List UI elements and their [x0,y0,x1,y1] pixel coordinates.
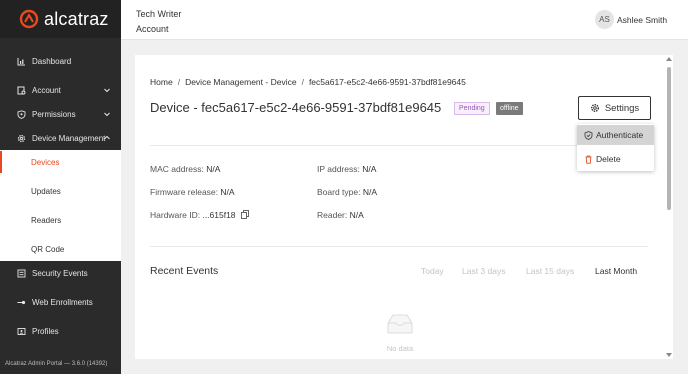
divider [150,246,648,247]
status-badge: Pending [454,102,490,115]
reader-label: Reader: [317,210,348,220]
ip-address-field: IP address: N/A [317,164,376,174]
device-management-submenu: Devices Updates Readers QR Code [0,150,121,261]
brand-name: alcatraz [44,8,109,29]
scroll-down-arrow-icon[interactable] [666,353,672,357]
avatar[interactable]: AS [595,10,614,29]
gear-icon [17,134,26,143]
breadcrumb-separator: / [177,77,181,87]
sidebar-subitem-qr-code[interactable]: QR Code [0,238,121,260]
settings-dropdown: Authenticate Delete [577,124,654,171]
shield-icon [17,109,26,119]
brand[interactable]: alcatraz [0,0,121,38]
sidebar-item-label: Dashboard [32,56,72,66]
board-type-field: Board type: N/A [317,187,377,197]
sidebar-subitem-readers[interactable]: Readers [0,209,121,231]
sidebar-item-label: Permissions [32,109,76,119]
sidebar-subitem-devices[interactable]: Devices [0,151,121,173]
breadcrumb-home[interactable]: Home [150,77,173,87]
scroll-thumb[interactable] [667,67,671,210]
mac-address-value: N/A [206,164,221,174]
sidebar-item-device-management[interactable]: Device Management [0,128,121,148]
sidebar-item-label: Profiles [32,326,59,336]
chevron-down-icon [104,88,110,93]
divider [150,145,648,146]
breadcrumb: Home / Device Management - Device / fec5a617… [150,77,466,87]
version-text: Alcatraz Admin Portal — 3.6.0 (14392) [5,361,108,367]
hardware-id-field: Hardware ID: ...615f18 [150,210,249,220]
account-label: Account [136,24,169,34]
key-icon [17,298,26,307]
mac-address-field: MAC address: N/A [150,164,220,174]
delete-menu-item[interactable]: Delete [577,149,654,169]
hardware-id-label: Hardware ID: [150,210,201,220]
empty-inbox-icon [387,314,413,334]
hardware-id-value: ...615f18 [202,210,236,220]
sidebar-subitem-updates[interactable]: Updates [0,180,121,202]
copy-icon[interactable] [240,210,249,219]
sidebar-item-label: Web Enrollments [32,297,93,307]
trash-icon [585,155,592,164]
reader-value: N/A [349,210,364,220]
sidebar-item-account[interactable]: Account [0,80,121,100]
shield-check-icon [584,130,593,140]
breadcrumb-separator: / [301,77,304,87]
sidebar-item-label: Security Events [32,268,88,278]
connection-badge: offline [496,102,523,115]
scrollbar[interactable] [665,55,673,359]
board-type-value: N/A [362,187,378,197]
gear-icon [590,104,599,112]
sidebar-item-security-events[interactable]: Security Events [0,263,121,283]
settings-button-label: Settings [604,102,640,114]
sidebar-item-label: Account [32,85,61,95]
reader-field: Reader: N/A [317,210,364,220]
top-header: Tech Writer Account AS Ashlee Smith [121,0,688,40]
firmware-release-label: Firmware release: [150,187,219,197]
range-last-month[interactable]: Last Month [595,266,637,276]
breadcrumb-current: fec5a617-e5c2-4e66-9591-37bdf81e9645 [308,77,466,87]
range-last-15-days[interactable]: Last 15 days [526,266,574,276]
firmware-release-value: N/A [220,187,235,197]
device-card: Home / Device Management - Device / fec5a617… [135,55,673,359]
scroll-up-arrow-icon[interactable] [666,57,672,61]
empty-state: No data [375,313,425,353]
sidebar-item-web-enrollments[interactable]: Web Enrollments [0,292,121,312]
sidebar-item-dashboard[interactable]: Dashboard [0,51,121,71]
mac-address-label: MAC address: [150,164,204,174]
sidebar-item-permissions[interactable]: Permissions [0,104,121,124]
range-today[interactable]: Today [421,266,444,276]
breadcrumb-device-management[interactable]: Device Management - Device [185,77,297,87]
sidebar-item-profiles[interactable]: Profiles [0,321,121,341]
account-icon [17,86,26,95]
sidebar-item-label: Device Management [32,133,106,143]
delete-label: Delete [596,154,621,164]
range-last-3-days[interactable]: Last 3 days [462,266,505,276]
firmware-release-field: Firmware release: N/A [150,187,235,197]
authenticate-menu-item[interactable]: Authenticate [577,125,654,145]
ip-address-label: IP address: [317,164,360,174]
chevron-down-icon [104,112,110,117]
account-name: Tech Writer [136,9,182,19]
empty-text: No data [386,344,414,353]
alcatraz-logo-icon [19,9,39,29]
authenticate-label: Authenticate [596,130,644,140]
board-type-label: Board type: [317,187,361,197]
chart-icon [17,57,26,66]
list-icon [17,269,26,278]
sidebar: alcatraz Dashboard Account Permissions D… [0,0,121,374]
ip-address-value: N/A [362,164,377,174]
user-name[interactable]: Ashlee Smith [617,15,667,25]
profile-icon [17,327,26,336]
chevron-up-icon [104,135,110,140]
recent-events-title: Recent Events [150,265,219,277]
page-title: Device - fec5a617-e5c2-4e66-9591-37bdf81… [150,100,442,115]
settings-button[interactable]: Settings [578,96,651,120]
